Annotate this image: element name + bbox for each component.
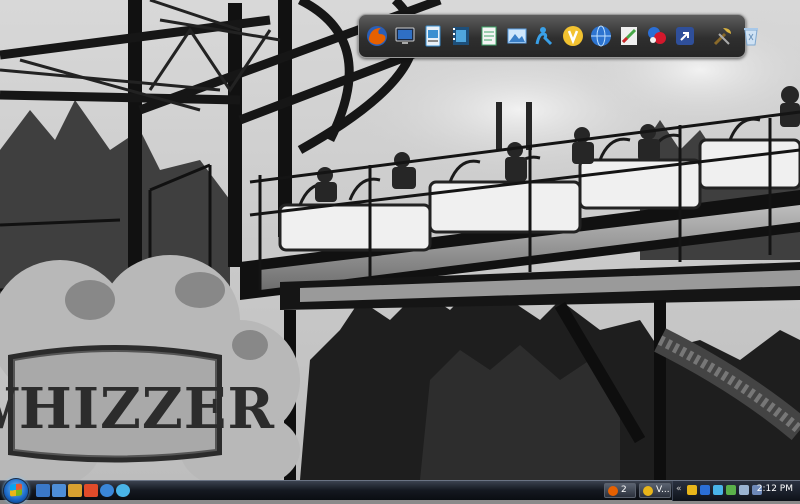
- monitor-icon[interactable]: [393, 23, 417, 49]
- media-player-icon[interactable]: [84, 484, 98, 497]
- task-label: 2: [621, 485, 627, 495]
- app-launcher-dock: [358, 14, 758, 58]
- desktop-wallpaper: WHIZZER: [0, 0, 800, 480]
- network-tray-icon[interactable]: [700, 485, 710, 495]
- task-label: V...: [656, 485, 670, 495]
- globe-icon[interactable]: [589, 23, 613, 49]
- image-icon[interactable]: [505, 23, 529, 49]
- vlc-task-icon: [643, 486, 653, 496]
- vlc-tray-icon[interactable]: [687, 485, 697, 495]
- tools-icon[interactable]: [711, 23, 735, 49]
- whizzer-sign-text: WHIZZER: [0, 376, 275, 442]
- shortcut-arrow-icon[interactable]: [673, 23, 697, 49]
- switch-windows-icon[interactable]: [52, 484, 66, 497]
- firefox-task-icon: [608, 486, 618, 496]
- start-button[interactable]: [3, 478, 29, 504]
- messenger-small-icon[interactable]: [116, 484, 130, 497]
- messenger-tray-icon[interactable]: [713, 485, 723, 495]
- clock[interactable]: 2:12 PM: [757, 484, 793, 494]
- taskbar: 2 V... « 2:12 PM: [0, 478, 800, 504]
- taskbar-button-vlc[interactable]: V...: [639, 483, 671, 498]
- paint-icon[interactable]: [617, 23, 641, 49]
- taskbar-button-firefox[interactable]: 2: [604, 483, 636, 498]
- vlc-icon[interactable]: [561, 23, 585, 49]
- internet-explorer-icon[interactable]: [100, 484, 114, 497]
- volume-tray-icon[interactable]: [739, 485, 749, 495]
- notification-area: « 2:12 PM: [672, 481, 800, 501]
- recycle-bin-icon[interactable]: [739, 23, 763, 49]
- antivirus-tray-icon[interactable]: [726, 485, 736, 495]
- explorer-icon[interactable]: [68, 484, 82, 497]
- document-icon[interactable]: [421, 23, 445, 49]
- film-icon[interactable]: [449, 23, 473, 49]
- tray-expand-icon[interactable]: «: [676, 484, 682, 494]
- notepad-icon[interactable]: [477, 23, 501, 49]
- windows-logo-icon: [10, 483, 22, 497]
- roller-coaster-photo: WHIZZER: [0, 0, 800, 480]
- color-picker-icon[interactable]: [645, 23, 669, 49]
- messenger-icon[interactable]: [533, 23, 557, 49]
- firefox-icon[interactable]: [365, 23, 389, 49]
- show-desktop-icon[interactable]: [36, 484, 50, 497]
